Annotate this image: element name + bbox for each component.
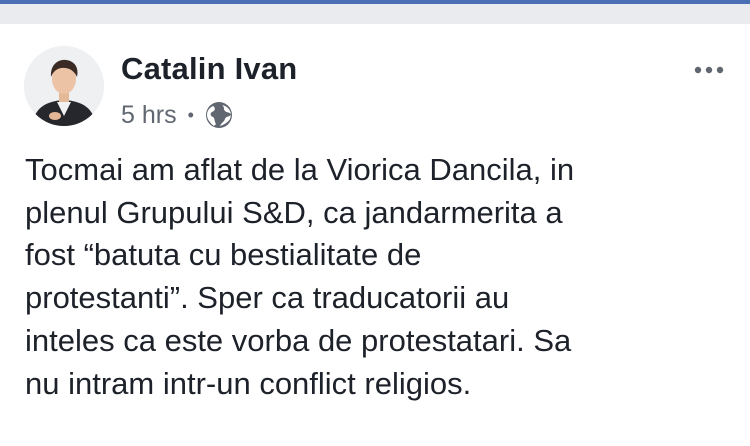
post-body-text: Tocmai am aflat de la Viorica Dancila, i… [25, 152, 575, 401]
meta-separator: • [187, 104, 194, 125]
author-name[interactable]: Catalin Ivan [121, 51, 297, 87]
avatar-image [24, 46, 104, 126]
post-meta: 5 hrs • [121, 100, 234, 130]
post-timestamp[interactable]: 5 hrs [121, 101, 177, 130]
feed-separator [0, 4, 750, 24]
post-card: Catalin Ivan 5 hrs • Tocmai am aflat de … [0, 24, 750, 446]
globe-icon[interactable] [204, 100, 234, 130]
avatar[interactable] [24, 46, 104, 126]
more-options-icon[interactable] [692, 62, 728, 78]
